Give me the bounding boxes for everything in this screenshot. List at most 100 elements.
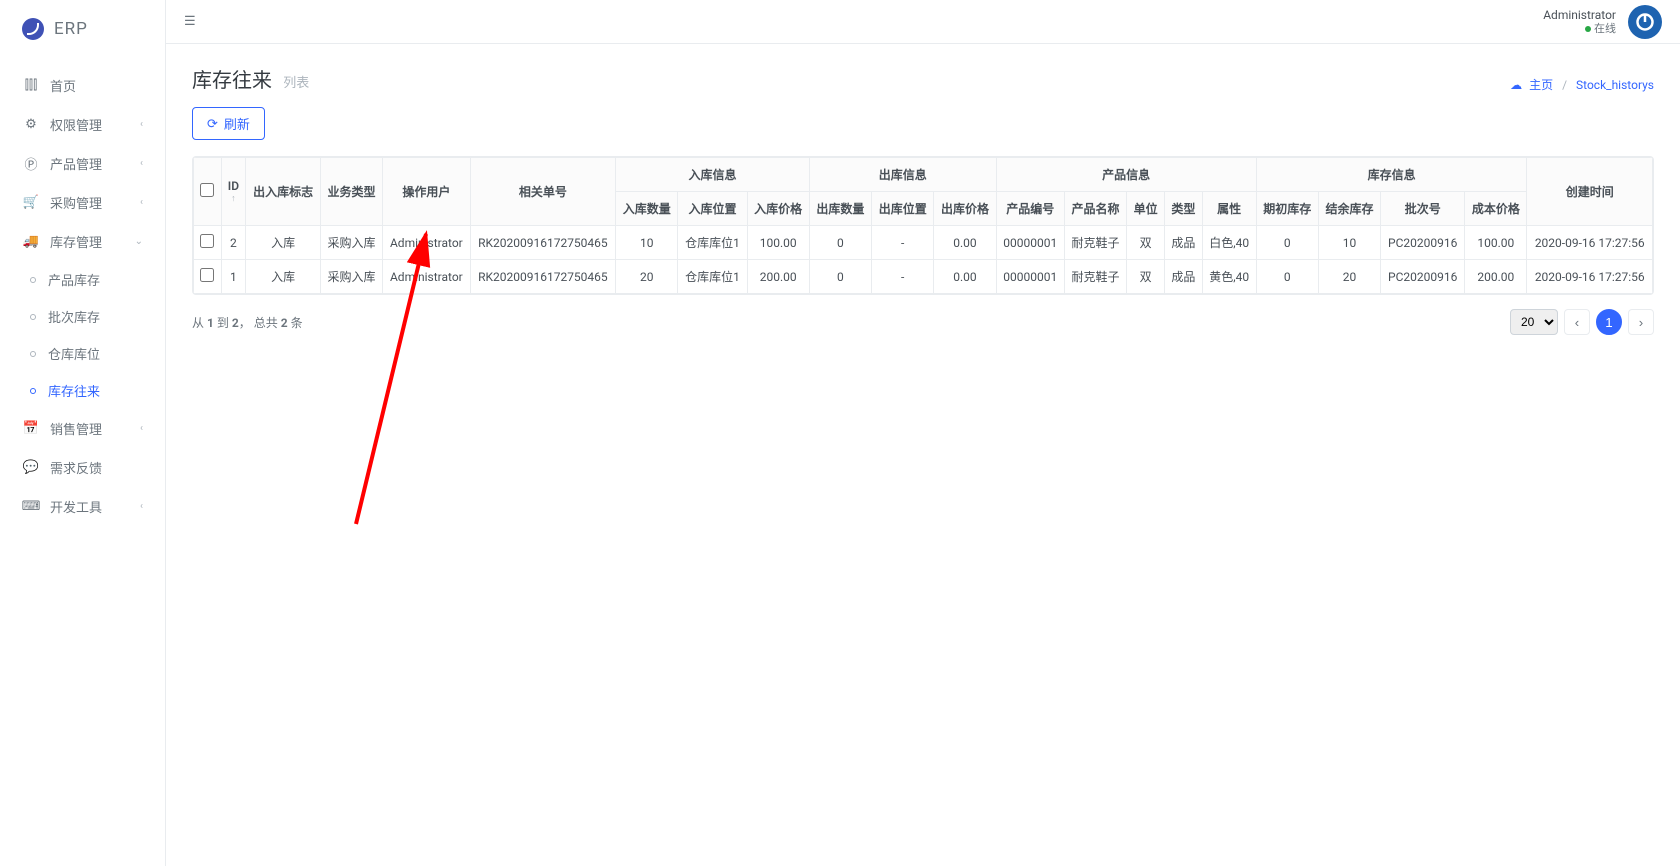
nav-label: 销售管理 xyxy=(50,419,102,438)
cell-flag: 入库 xyxy=(246,226,321,260)
nav-home[interactable]: ⫿⫿⫿ 首页 xyxy=(0,66,165,105)
cell-type: 成品 xyxy=(1164,226,1202,260)
chart-icon: ⫿⫿⫿ xyxy=(22,78,40,93)
cell-attr: 黄色,40 xyxy=(1202,260,1256,294)
sub-label: 库存往来 xyxy=(48,381,100,400)
cell-type: 成品 xyxy=(1164,260,1202,294)
hamburger-icon[interactable]: ☰ xyxy=(184,14,196,29)
cell-created: 2020-09-16 17:27:56 xyxy=(1527,260,1653,294)
refresh-label: 刷新 xyxy=(224,114,250,133)
col-biztype[interactable]: 业务类型 xyxy=(320,158,382,226)
p-icon: Ⓟ xyxy=(22,154,40,173)
chevron-down-icon: ⌄ xyxy=(135,236,143,247)
breadcrumb-current[interactable]: Stock_historys xyxy=(1576,78,1654,92)
col-attr[interactable]: 属性 xyxy=(1202,192,1256,226)
col-remain-stock[interactable]: 结余库存 xyxy=(1318,192,1380,226)
col-in-loc[interactable]: 入库位置 xyxy=(678,192,747,226)
nav-product[interactable]: Ⓟ 产品管理 ‹ xyxy=(0,144,165,183)
nav-label: 采购管理 xyxy=(50,193,102,212)
col-type[interactable]: 类型 xyxy=(1164,192,1202,226)
pager: 20 ‹ 1 › xyxy=(1510,309,1654,335)
table-row: 2 入库 采购入库 Administrator RK20200916172750… xyxy=(194,226,1653,260)
col-prod-name[interactable]: 产品名称 xyxy=(1064,192,1126,226)
sub-product-stock[interactable]: 产品库存 xyxy=(0,261,165,298)
bullet-icon xyxy=(30,314,36,320)
cell-id: 1 xyxy=(221,260,246,294)
col-created[interactable]: 创建时间 xyxy=(1527,158,1653,226)
cell-in-qty: 10 xyxy=(616,226,678,260)
page-title: 库存往来 xyxy=(192,68,272,92)
brand-text: ERP xyxy=(54,19,88,39)
nav: ⫿⫿⫿ 首页 ⚙ 权限管理 ‹ Ⓟ 产品管理 ‹ 🛒 采购管理 ‹ 🚚 库存管理 xyxy=(0,58,165,534)
col-prod-code[interactable]: 产品编号 xyxy=(996,192,1064,226)
nav-purchase[interactable]: 🛒 采购管理 ‹ xyxy=(0,183,165,222)
user-name: Administrator xyxy=(1543,8,1616,22)
chevron-left-icon: ‹ xyxy=(140,119,143,130)
row-checkbox[interactable] xyxy=(200,234,214,248)
sidebar: ERP ⫿⫿⫿ 首页 ⚙ 权限管理 ‹ Ⓟ 产品管理 ‹ 🛒 采购管理 ‹ xyxy=(0,0,166,866)
col-operator[interactable]: 操作用户 xyxy=(383,158,471,226)
pager-prev[interactable]: ‹ xyxy=(1564,309,1590,335)
user-area[interactable]: Administrator 在线 xyxy=(1543,5,1662,39)
bullet-icon xyxy=(30,351,36,357)
cell-operator: Administrator xyxy=(383,260,471,294)
cell-biztype: 采购入库 xyxy=(320,226,382,260)
page-size-select[interactable]: 20 xyxy=(1510,309,1558,335)
cell-biztype: 采购入库 xyxy=(320,260,382,294)
chevron-left-icon: ‹ xyxy=(140,501,143,512)
row-checkbox[interactable] xyxy=(200,268,214,282)
keyboard-icon: ⌨ xyxy=(22,499,40,514)
cell-out-price: 0.00 xyxy=(934,260,996,294)
bullet-icon xyxy=(30,388,36,394)
sort-asc-icon: ↑ xyxy=(228,193,240,204)
pager-next[interactable]: › xyxy=(1628,309,1654,335)
refresh-icon: ⟳ xyxy=(207,116,218,132)
col-flag[interactable]: 出入库标志 xyxy=(246,158,321,226)
col-out-loc[interactable]: 出库位置 xyxy=(872,192,934,226)
refresh-button[interactable]: ⟳ 刷新 xyxy=(192,107,265,140)
breadcrumb: ☁ 主页 / Stock_historys xyxy=(1510,76,1654,93)
pager-page-1[interactable]: 1 xyxy=(1596,309,1622,335)
cell-in-qty: 20 xyxy=(616,260,678,294)
cell-unit: 双 xyxy=(1127,260,1165,294)
col-docno[interactable]: 相关单号 xyxy=(470,158,616,226)
col-init-stock[interactable]: 期初库存 xyxy=(1256,192,1318,226)
col-in-price[interactable]: 入库价格 xyxy=(747,192,809,226)
cell-unit: 双 xyxy=(1127,226,1165,260)
nav-sales[interactable]: 📅 销售管理 ‹ xyxy=(0,409,165,448)
bullet-icon xyxy=(30,277,36,283)
sub-batch-stock[interactable]: 批次库存 xyxy=(0,298,165,335)
col-batch-no[interactable]: 批次号 xyxy=(1381,192,1465,226)
avatar[interactable] xyxy=(1628,5,1662,39)
cell-in-price: 100.00 xyxy=(747,226,809,260)
nav-feedback[interactable]: 💬 需求反馈 xyxy=(0,448,165,487)
cell-operator: Administrator xyxy=(383,226,471,260)
col-out-qty[interactable]: 出库数量 xyxy=(809,192,871,226)
cell-init-stock: 0 xyxy=(1256,226,1318,260)
nav-permission[interactable]: ⚙ 权限管理 ‹ xyxy=(0,105,165,144)
cell-out-qty: 0 xyxy=(809,260,871,294)
cell-remain-stock: 20 xyxy=(1318,260,1380,294)
breadcrumb-home[interactable]: 主页 xyxy=(1529,78,1553,92)
user-status: 在线 xyxy=(1543,22,1616,35)
sub-warehouse-loc[interactable]: 仓库库位 xyxy=(0,335,165,372)
col-in-qty[interactable]: 入库数量 xyxy=(616,192,678,226)
col-cost-price[interactable]: 成本价格 xyxy=(1465,192,1527,226)
cell-prod-name: 耐克鞋子 xyxy=(1064,226,1126,260)
nav-label: 需求反馈 xyxy=(50,458,102,477)
logo: ERP xyxy=(0,0,165,58)
nav-devtools[interactable]: ⌨ 开发工具 ‹ xyxy=(0,487,165,526)
col-out-price[interactable]: 出库价格 xyxy=(934,192,996,226)
col-id[interactable]: ID↑ xyxy=(221,158,246,226)
nav-stock[interactable]: 🚚 库存管理 ⌄ xyxy=(0,222,165,261)
col-unit[interactable]: 单位 xyxy=(1127,192,1165,226)
sub-stock-history[interactable]: 库存往来 xyxy=(0,372,165,409)
cell-cost-price: 200.00 xyxy=(1465,260,1527,294)
page-subtitle: 列表 xyxy=(283,76,309,91)
cell-remain-stock: 10 xyxy=(1318,226,1380,260)
logo-icon xyxy=(22,18,44,40)
cell-attr: 白色,40 xyxy=(1202,226,1256,260)
cell-docno: RK20200916172750465 xyxy=(470,260,616,294)
select-all-checkbox[interactable] xyxy=(200,183,214,197)
cell-in-loc: 仓库库位1 xyxy=(678,260,747,294)
